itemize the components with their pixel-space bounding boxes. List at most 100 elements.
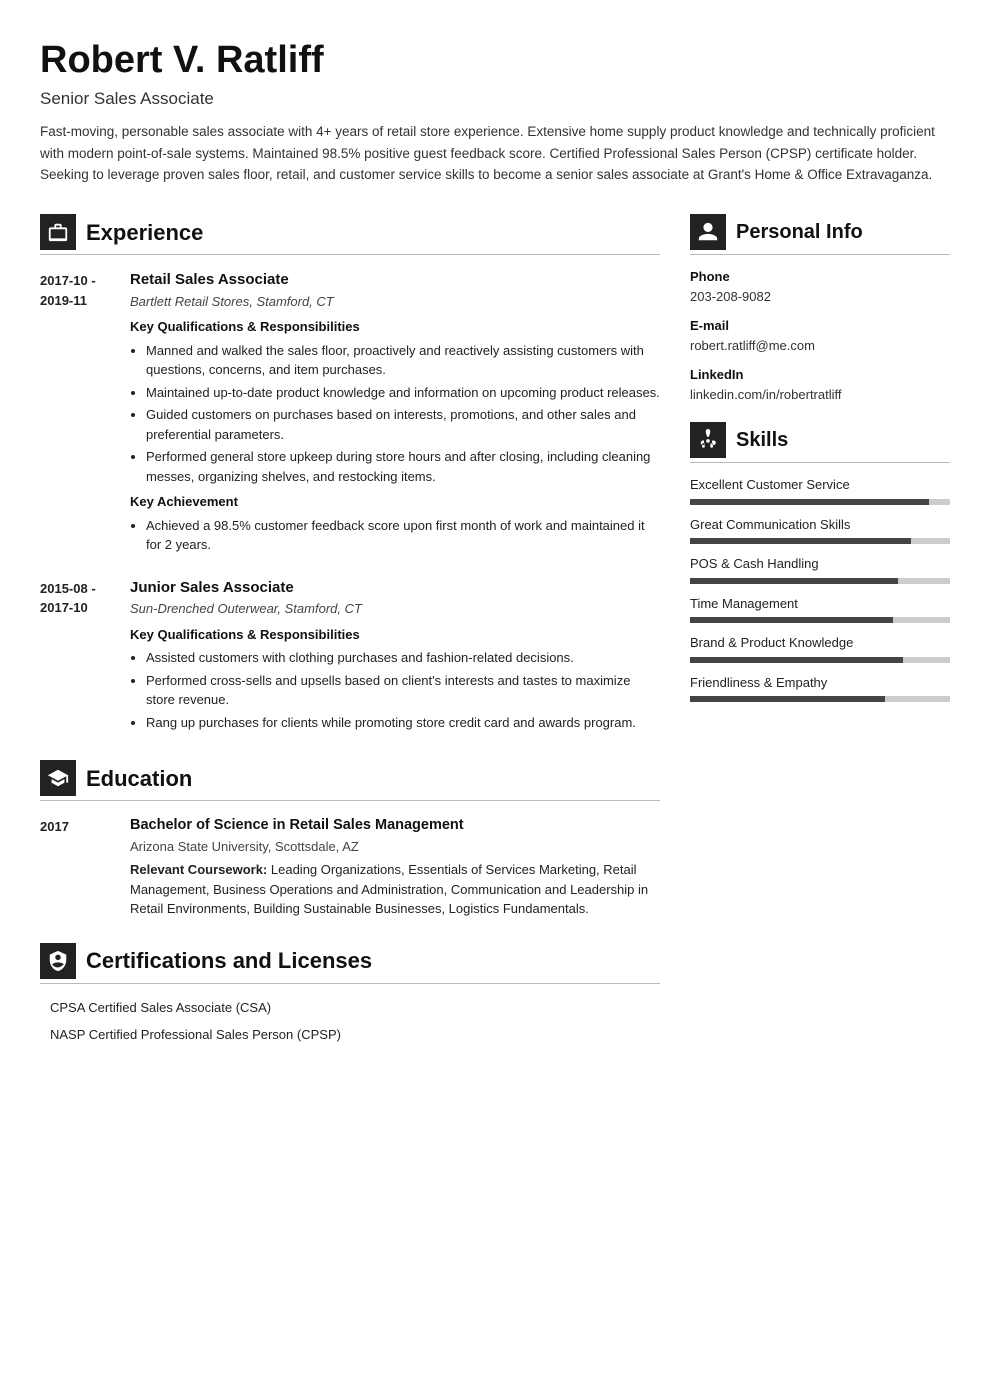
coursework-label: Relevant Coursework:	[130, 862, 267, 877]
skills-section: Skills Excellent Customer Service Great …	[690, 422, 950, 702]
bullet-2-1: Assisted customers with clothing purchas…	[146, 648, 660, 668]
skill-bar-bg-0	[690, 499, 950, 505]
phone-label: Phone	[690, 267, 950, 287]
skill-name-3: Time Management	[690, 594, 950, 614]
job-content-1: Retail Sales Associate Bartlett Retail S…	[130, 269, 660, 559]
job-quals-label-2: Key Qualifications & Responsibilities	[130, 625, 660, 645]
linkedin-value: linkedin.com/in/robertratliff	[690, 385, 950, 405]
job-title-1: Retail Sales Associate	[130, 269, 660, 292]
main-column: Experience 2017-10 - 2019-11 Retail Sale…	[40, 214, 660, 1069]
bullet-1-3: Guided customers on purchases based on i…	[146, 405, 660, 444]
two-col-layout: Experience 2017-10 - 2019-11 Retail Sale…	[40, 214, 950, 1069]
phone-value: 203-208-9082	[690, 287, 950, 307]
experience-title: Experience	[86, 216, 203, 249]
header-summary: Fast-moving, personable sales associate …	[40, 121, 950, 186]
bullet-1-2: Maintained up-to-date product knowledge …	[146, 383, 660, 403]
edu-content-1: Bachelor of Science in Retail Sales Mana…	[130, 815, 660, 919]
skill-name-2: POS & Cash Handling	[690, 554, 950, 574]
personal-info-divider	[690, 254, 950, 255]
skill-item-4: Brand & Product Knowledge	[690, 633, 950, 663]
job-quals-label-1: Key Qualifications & Responsibilities	[130, 317, 660, 337]
job-achievement-label-1: Key Achievement	[130, 492, 660, 512]
skill-bar-fill-4	[690, 657, 903, 663]
header-section: Robert V. Ratliff Senior Sales Associate…	[40, 40, 950, 186]
skills-title: Skills	[736, 425, 788, 455]
skill-name-4: Brand & Product Knowledge	[690, 633, 950, 653]
linkedin-item: LinkedIn linkedin.com/in/robertratliff	[690, 365, 950, 404]
briefcase-icon	[40, 214, 76, 250]
linkedin-label: LinkedIn	[690, 365, 950, 385]
skill-name-5: Friendliness & Empathy	[690, 673, 950, 693]
education-divider	[40, 800, 660, 801]
job-content-2: Junior Sales Associate Sun-Drenched Oute…	[130, 577, 660, 737]
edu-year-1: 2017	[40, 815, 130, 919]
side-column: Personal Info Phone 203-208-9082 E-mail …	[690, 214, 950, 1069]
email-label: E-mail	[690, 316, 950, 336]
job-title-2: Junior Sales Associate	[130, 577, 660, 600]
skill-name-1: Great Communication Skills	[690, 515, 950, 535]
certifications-header: Certifications and Licenses	[40, 943, 660, 979]
bullet-1-4: Performed general store upkeep during st…	[146, 447, 660, 486]
personal-info-section: Personal Info Phone 203-208-9082 E-mail …	[690, 214, 950, 404]
skill-item-5: Friendliness & Empathy	[690, 673, 950, 703]
email-value: robert.ratliff@me.com	[690, 336, 950, 356]
skills-icon	[690, 422, 726, 458]
bullet-2-3: Rang up purchases for clients while prom…	[146, 713, 660, 733]
skill-bar-bg-4	[690, 657, 950, 663]
edu-coursework-1: Relevant Coursework: Leading Organizatio…	[130, 860, 660, 919]
edu-block-1: 2017 Bachelor of Science in Retail Sales…	[40, 815, 660, 919]
certificate-icon	[40, 943, 76, 979]
experience-section: Experience 2017-10 - 2019-11 Retail Sale…	[40, 214, 660, 736]
skill-item-1: Great Communication Skills	[690, 515, 950, 545]
education-title: Education	[86, 762, 192, 795]
header-name: Robert V. Ratliff	[40, 40, 950, 82]
skill-bar-fill-0	[690, 499, 929, 505]
skill-item-2: POS & Cash Handling	[690, 554, 950, 584]
resume-container: Robert V. Ratliff Senior Sales Associate…	[40, 40, 950, 1069]
certifications-title: Certifications and Licenses	[86, 944, 372, 977]
job-bullets-1: Manned and walked the sales floor, proac…	[130, 341, 660, 487]
bullet-2-2: Performed cross-sells and upsells based …	[146, 671, 660, 710]
cert-item-2: NASP Certified Professional Sales Person…	[40, 1025, 660, 1045]
personal-info-title: Personal Info	[736, 217, 863, 247]
header-title: Senior Sales Associate	[40, 86, 950, 112]
skill-item-0: Excellent Customer Service	[690, 475, 950, 505]
person-icon	[690, 214, 726, 250]
skill-item-3: Time Management	[690, 594, 950, 624]
skill-bar-fill-3	[690, 617, 893, 623]
education-header: Education	[40, 760, 660, 796]
job-block-2: 2015-08 - 2017-10 Junior Sales Associate…	[40, 577, 660, 737]
achievement-1: Achieved a 98.5% customer feedback score…	[146, 516, 660, 555]
skill-bar-fill-2	[690, 578, 898, 584]
job-dates-2: 2015-08 - 2017-10	[40, 577, 130, 737]
skill-bar-fill-1	[690, 538, 911, 544]
cert-block: CPSA Certified Sales Associate (CSA) NAS…	[40, 998, 660, 1045]
certifications-section: Certifications and Licenses CPSA Certifi…	[40, 943, 660, 1045]
certifications-divider	[40, 983, 660, 984]
email-item: E-mail robert.ratliff@me.com	[690, 316, 950, 355]
cert-item-1: CPSA Certified Sales Associate (CSA)	[40, 998, 660, 1018]
graduation-icon	[40, 760, 76, 796]
skill-bar-bg-2	[690, 578, 950, 584]
job-bullets-2: Assisted customers with clothing purchas…	[130, 648, 660, 732]
education-section: Education 2017 Bachelor of Science in Re…	[40, 760, 660, 919]
skills-header: Skills	[690, 422, 950, 458]
skills-list: Excellent Customer Service Great Communi…	[690, 475, 950, 702]
skill-bar-fill-5	[690, 696, 885, 702]
experience-divider	[40, 254, 660, 255]
edu-degree-1: Bachelor of Science in Retail Sales Mana…	[130, 815, 660, 837]
experience-header: Experience	[40, 214, 660, 250]
personal-info-header: Personal Info	[690, 214, 950, 250]
skill-bar-bg-5	[690, 696, 950, 702]
edu-school-1: Arizona State University, Scottsdale, AZ	[130, 837, 660, 857]
phone-item: Phone 203-208-9082	[690, 267, 950, 306]
job-block-1: 2017-10 - 2019-11 Retail Sales Associate…	[40, 269, 660, 559]
skill-bar-bg-3	[690, 617, 950, 623]
job-dates-1: 2017-10 - 2019-11	[40, 269, 130, 559]
skill-bar-bg-1	[690, 538, 950, 544]
job-company-1: Bartlett Retail Stores, Stamford, CT	[130, 292, 660, 312]
skills-divider	[690, 462, 950, 463]
bullet-1-1: Manned and walked the sales floor, proac…	[146, 341, 660, 380]
job-company-2: Sun-Drenched Outerwear, Stamford, CT	[130, 599, 660, 619]
job-achievement-bullets-1: Achieved a 98.5% customer feedback score…	[130, 516, 660, 555]
